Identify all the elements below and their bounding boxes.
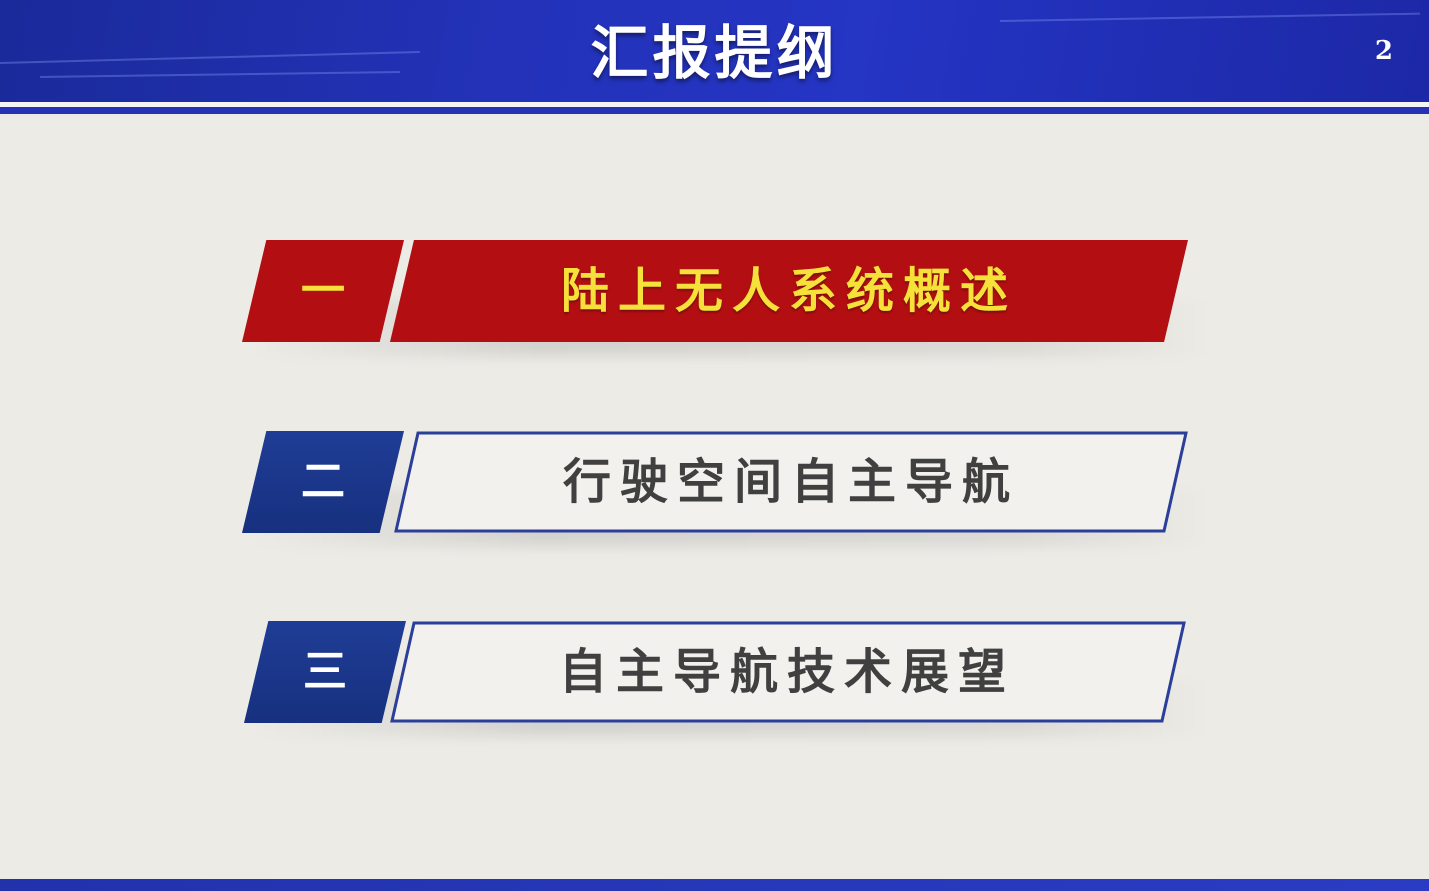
- page-title: 汇报提纲: [590, 19, 839, 87]
- outline-number: 一: [301, 265, 345, 316]
- outline-number-box: 三: [244, 621, 406, 723]
- outline-label: 陆上无人系统概述: [560, 263, 1017, 319]
- outline-number: 二: [301, 456, 345, 507]
- outline-label: 行驶空间自主导航: [562, 454, 1019, 510]
- outline-label-bar: 陆上无人系统概述: [390, 240, 1188, 342]
- outline-label-bar: 自主导航技术展望: [388, 621, 1186, 723]
- outline-number-box: 二: [242, 431, 404, 533]
- header-banner: 汇报提纲 2: [0, 0, 1429, 102]
- outline-number: 三: [303, 646, 347, 697]
- outline-label-bar: 行驶空间自主导航: [392, 431, 1190, 533]
- outline-label: 自主导航技术展望: [558, 644, 1015, 700]
- header-divider: [0, 107, 1429, 114]
- footer-bar: [0, 879, 1429, 891]
- page-number: 2: [1374, 36, 1393, 66]
- outline-number-box: 一: [242, 240, 404, 342]
